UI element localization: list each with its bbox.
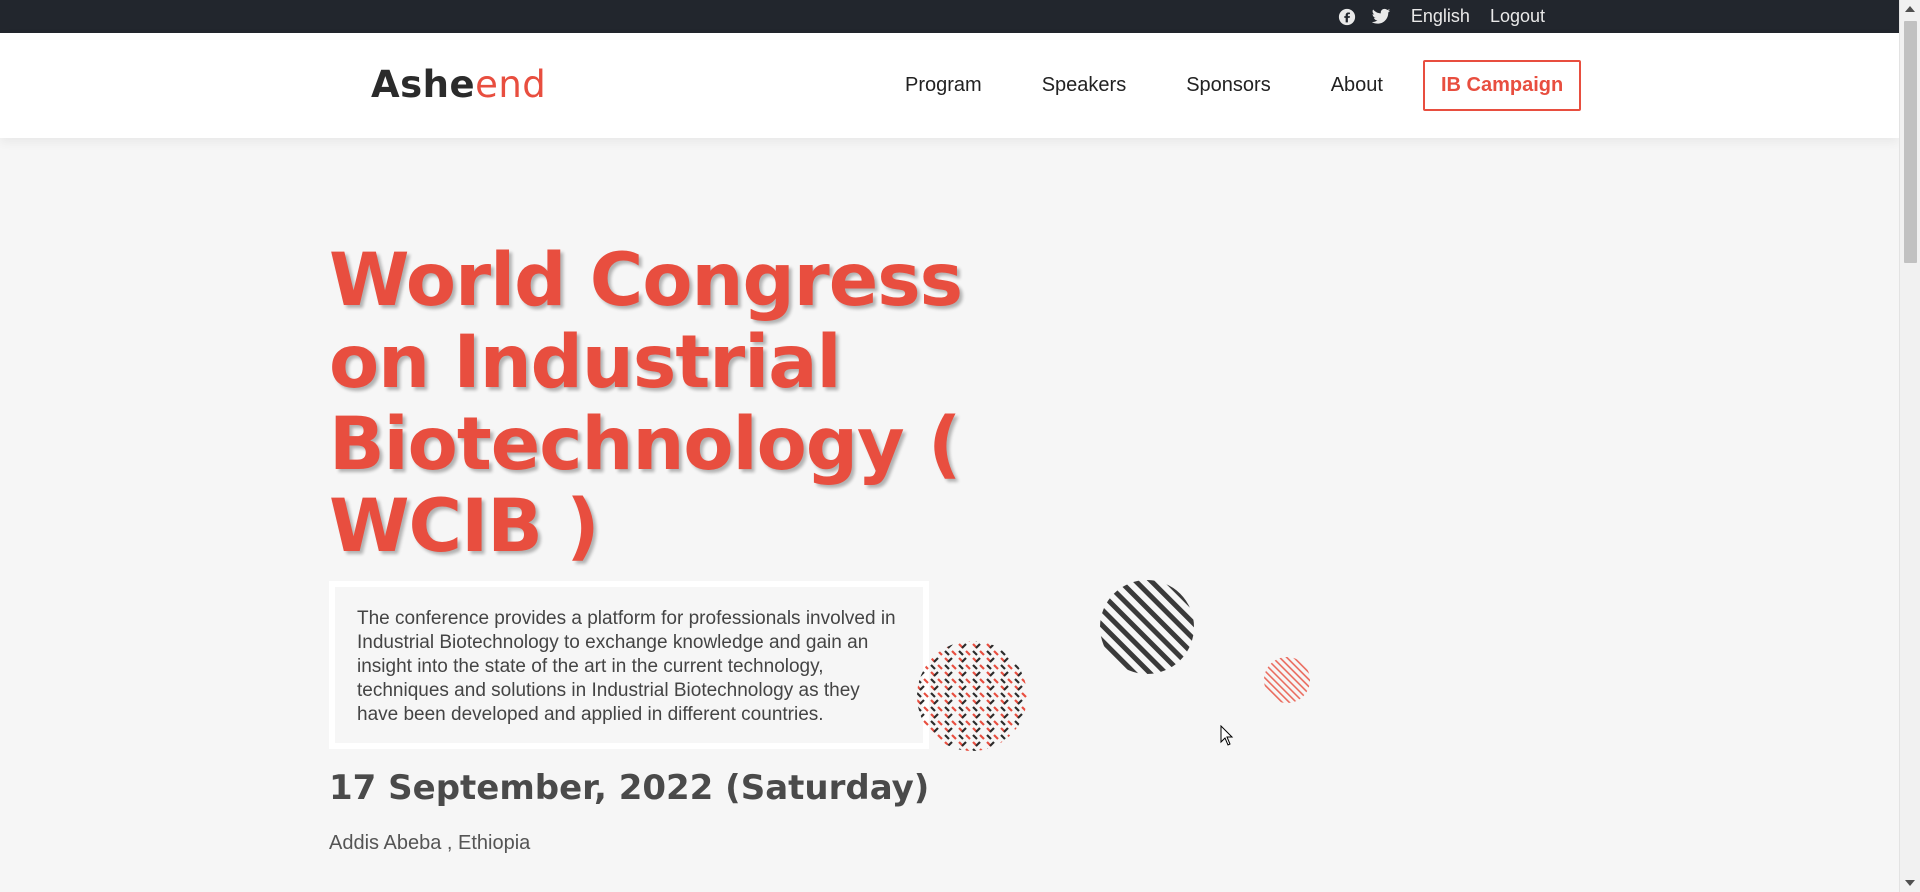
decor-circle-pattern	[917, 641, 1027, 751]
decor-circle-red	[1264, 657, 1310, 703]
logout-link[interactable]: Logout	[1490, 6, 1545, 27]
nav-speakers[interactable]: Speakers	[1042, 74, 1127, 97]
logo-part-2: end	[475, 63, 547, 106]
mouse-cursor-icon	[1220, 725, 1234, 746]
language-link[interactable]: English	[1411, 6, 1470, 27]
site-header: Asheend Program Speakers Sponsors About …	[0, 33, 1899, 138]
event-location: Addis Abeba , Ethiopia	[329, 832, 531, 854]
scroll-down-icon[interactable]	[1905, 880, 1915, 886]
ib-campaign-button[interactable]: IB Campaign	[1422, 60, 1582, 111]
main-nav: Program Speakers Sponsors About IB Campa…	[905, 60, 1582, 111]
twitter-icon[interactable]	[1371, 7, 1391, 27]
decor-circle-dark	[1100, 580, 1194, 674]
event-date: 17 September, 2022 (Saturday)	[329, 768, 930, 808]
scrollbar-thumb[interactable]	[1904, 21, 1917, 263]
nav-program[interactable]: Program	[905, 74, 982, 97]
top-utility-bar: English Logout	[0, 0, 1899, 33]
description-text: The conference provides a platform for p…	[357, 608, 896, 725]
page-title: World Congress on Industrial Biotechnolo…	[329, 238, 963, 569]
nav-sponsors[interactable]: Sponsors	[1186, 74, 1271, 97]
description-box: The conference provides a platform for p…	[329, 581, 929, 749]
scroll-up-icon[interactable]	[1905, 6, 1915, 12]
site-logo[interactable]: Asheend	[371, 63, 546, 106]
logo-part-1: Ashe	[371, 63, 476, 106]
nav-about[interactable]: About	[1331, 74, 1383, 97]
page-scrollbar[interactable]	[1899, 0, 1920, 892]
facebook-icon[interactable]	[1337, 7, 1357, 27]
